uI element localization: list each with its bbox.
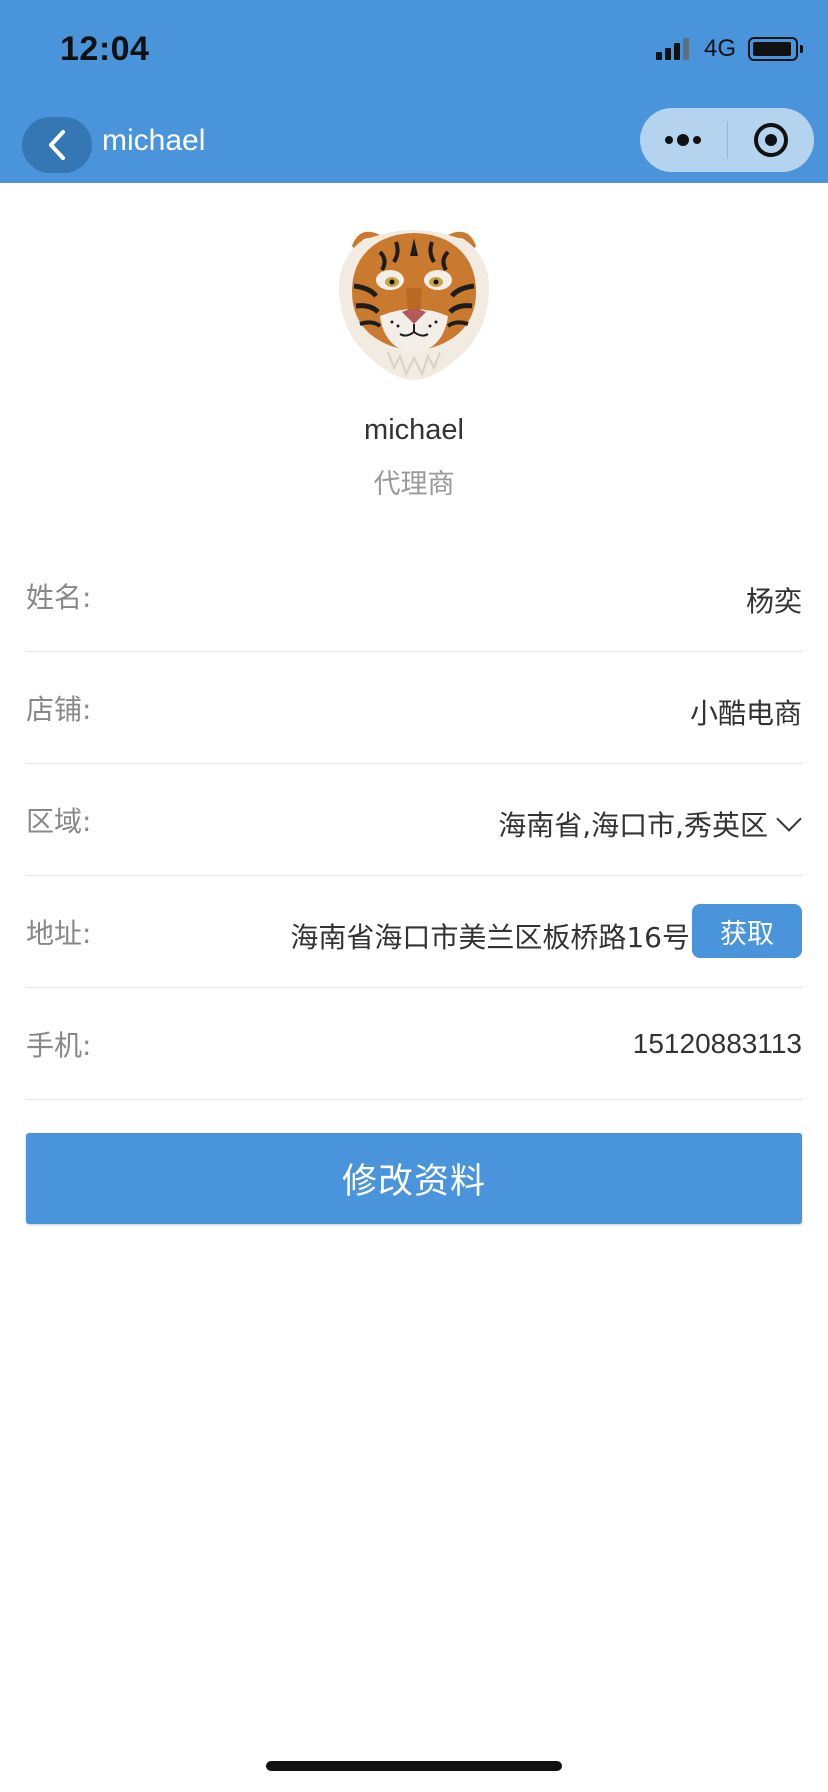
phone-row: 手机: 15120883113	[26, 988, 802, 1100]
battery-icon	[748, 37, 803, 61]
more-button[interactable]	[640, 108, 727, 172]
profile-name: michael	[364, 414, 464, 446]
back-arrow-icon	[49, 130, 65, 160]
home-indicator	[266, 1761, 562, 1771]
status-time: 12:04	[60, 30, 150, 68]
phone-label: 手机:	[26, 1029, 92, 1062]
phone-value[interactable]: 15120883113	[633, 1028, 802, 1060]
shop-value[interactable]: 小酷电商	[690, 692, 802, 732]
back-button[interactable]	[22, 117, 92, 173]
profile-role: 代理商	[373, 469, 455, 500]
status-indicators: 4G	[655, 35, 803, 62]
edit-profile-button[interactable]: 修改资料	[26, 1133, 802, 1224]
chevron-down-icon	[776, 806, 802, 832]
profile-info-list: 姓名: 杨奕 店铺: 小酷电商 区域: 海南省,海口市,秀英区 地址: 海南省海…	[26, 540, 802, 1100]
region-picker[interactable]: 海南省,海口市,秀英区	[498, 804, 802, 844]
name-value[interactable]: 杨奕	[746, 580, 802, 620]
tiger-avatar	[338, 230, 490, 380]
target-icon	[753, 123, 788, 157]
region-row[interactable]: 区域: 海南省,海口市,秀英区	[26, 764, 802, 876]
signal-bars-icon	[655, 38, 692, 60]
region-label: 区域:	[26, 805, 92, 838]
address-value[interactable]: 海南省海口市美兰区板桥路16号	[290, 916, 690, 956]
network-label: 4G	[703, 35, 736, 62]
fetch-location-button[interactable]: 获取	[692, 904, 802, 958]
region-value: 海南省,海口市,秀英区	[498, 809, 768, 842]
nav-title: michael	[102, 124, 206, 157]
close-button[interactable]	[728, 108, 815, 172]
mini-program-capsule	[640, 108, 814, 172]
name-label: 姓名:	[26, 581, 92, 614]
shop-row: 店铺: 小酷电商	[26, 652, 802, 764]
address-row: 地址: 海南省海口市美兰区板桥路16号 获取	[26, 876, 802, 988]
more-dots-icon	[663, 134, 703, 146]
shop-label: 店铺:	[26, 693, 92, 726]
address-label: 地址:	[26, 917, 92, 950]
header: 12:04 4G michael	[0, 0, 828, 183]
name-row: 姓名: 杨奕	[26, 540, 802, 652]
